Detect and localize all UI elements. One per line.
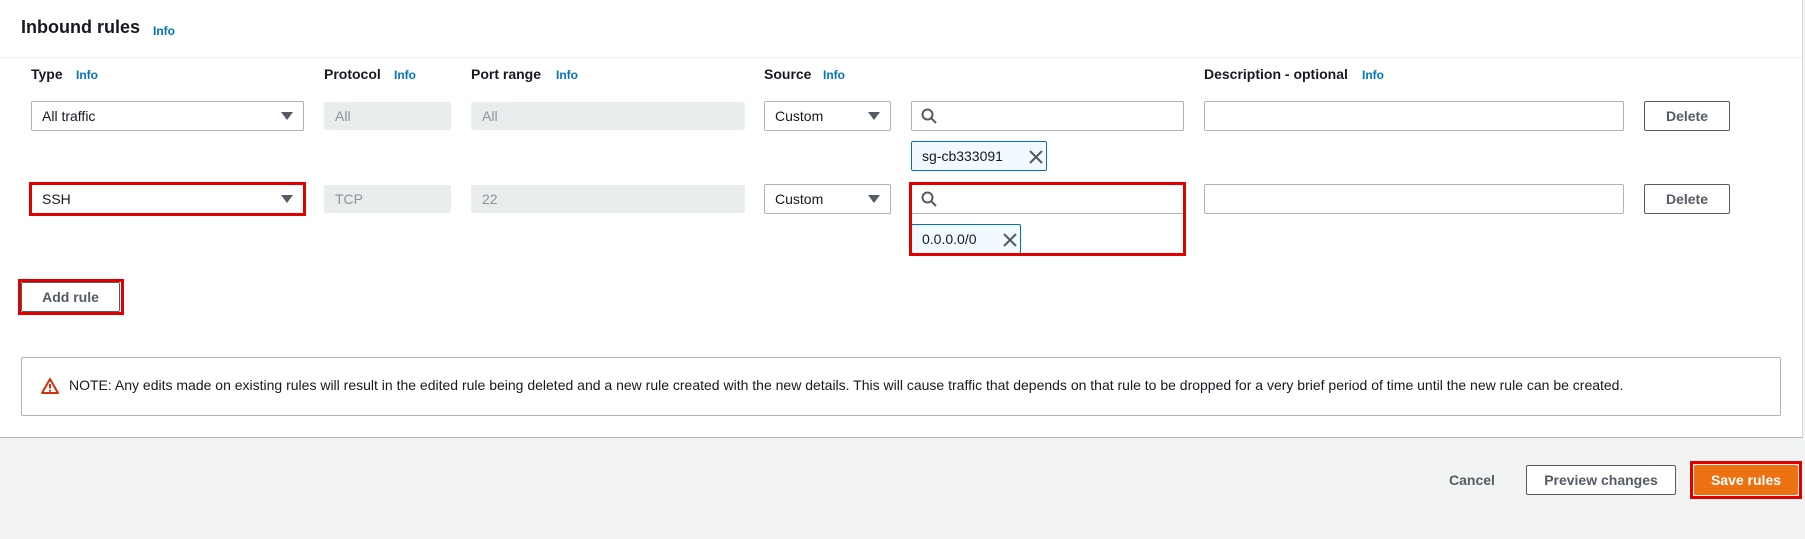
note-text: NOTE: Any edits made on existing rules w… — [69, 377, 1624, 393]
preview-changes-button[interactable]: Preview changes — [1526, 465, 1676, 495]
rule-2-source-token-label: 0.0.0.0/0 — [922, 231, 977, 247]
rule-2-type-value: SSH — [42, 191, 71, 207]
search-icon — [921, 108, 937, 124]
save-rules-button[interactable]: Save rules — [1694, 465, 1798, 495]
caret-down-icon — [281, 112, 293, 120]
column-label-source: Source — [764, 66, 812, 82]
rule-2-source-type-value: Custom — [775, 191, 824, 207]
caret-down-icon — [868, 195, 880, 203]
warning-icon — [41, 378, 59, 394]
rule-2-source-type-select[interactable]: Custom — [764, 184, 891, 214]
protocol-info-link[interactable]: Info — [394, 68, 416, 82]
rule-1-type-select[interactable]: All traffic — [31, 101, 304, 131]
remove-token-icon[interactable] — [1003, 233, 1017, 247]
rule-2-description-input[interactable] — [1204, 184, 1624, 214]
type-info-link[interactable]: Info — [76, 68, 98, 82]
caret-down-icon — [281, 195, 293, 203]
description-info-link[interactable]: Info — [1362, 68, 1384, 82]
caret-down-icon — [868, 112, 880, 120]
rule-1-type-value: All traffic — [42, 108, 96, 124]
rule-1-source-token: sg-cb333091 — [911, 141, 1047, 171]
panel-header: Inbound rules Info — [0, 0, 1802, 58]
rule-2-type-select[interactable]: SSH — [31, 184, 304, 214]
search-icon — [921, 191, 937, 207]
warning-note: NOTE: Any edits made on existing rules w… — [21, 357, 1781, 416]
cancel-button[interactable]: Cancel — [1449, 472, 1495, 488]
rule-1-source-token-label: sg-cb333091 — [922, 148, 1003, 164]
rule-2-protocol-field: TCP — [324, 185, 451, 213]
port-range-info-link[interactable]: Info — [556, 68, 578, 82]
remove-token-icon[interactable] — [1029, 150, 1043, 164]
column-label-protocol: Protocol — [324, 66, 381, 82]
rule-2-source-token: 0.0.0.0/0 — [911, 224, 1021, 254]
rule-1-description-input[interactable] — [1204, 101, 1624, 131]
inbound-rules-panel: Inbound rules Info Type Info Protocol In… — [0, 0, 1803, 438]
rule-1-delete-button[interactable]: Delete — [1644, 101, 1730, 131]
rule-1-source-search-input[interactable] — [911, 101, 1184, 131]
rule-2-source-search-input[interactable] — [911, 184, 1184, 214]
rule-2-port-range-field: 22 — [471, 185, 745, 213]
column-label-type: Type — [31, 66, 63, 82]
section-title: Inbound rules — [21, 17, 140, 37]
section-info-link[interactable]: Info — [153, 24, 175, 38]
column-label-port-range: Port range — [471, 66, 542, 82]
add-rule-button[interactable]: Add rule — [21, 282, 120, 312]
rule-2-delete-button[interactable]: Delete — [1644, 184, 1730, 214]
source-info-link[interactable]: Info — [823, 68, 845, 82]
rule-1-protocol-field: All — [324, 102, 451, 130]
rule-1-source-type-select[interactable]: Custom — [764, 101, 891, 131]
column-label-description: Description - optional — [1204, 66, 1348, 82]
rule-1-port-range-field: All — [471, 102, 745, 130]
rule-1-source-type-value: Custom — [775, 108, 824, 124]
